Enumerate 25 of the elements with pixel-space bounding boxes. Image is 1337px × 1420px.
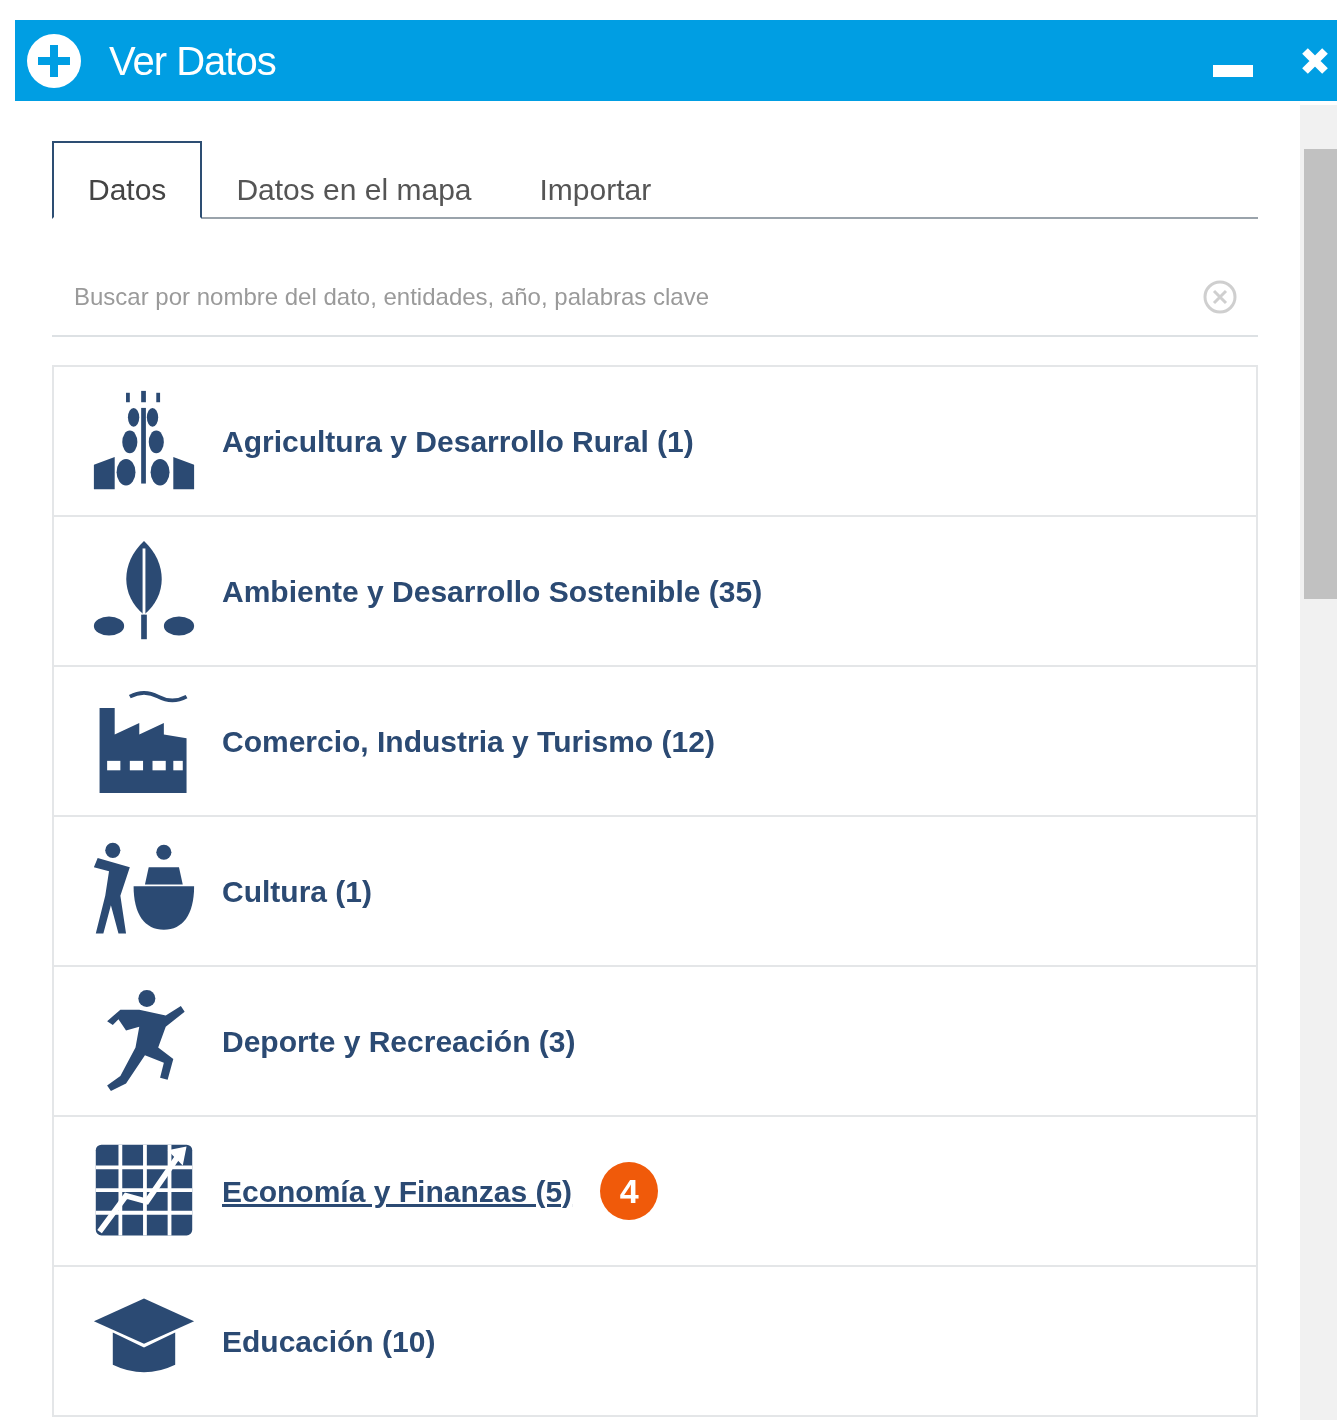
scrollbar-thumb[interactable]	[1304, 149, 1337, 599]
category-link[interactable]: Cultura (1)	[222, 868, 372, 914]
category-item[interactable]: Comercio, Industria y Turismo (12)	[54, 667, 1256, 817]
category-link[interactable]: Economía y Finanzas (5)	[222, 1168, 573, 1214]
category-item[interactable]: Cultura (1)	[54, 817, 1256, 967]
category-link[interactable]: Agricultura y Desarrollo Rural (1)	[222, 418, 694, 464]
category-link[interactable]: Ambiente y Desarrollo Sostenible (35)	[222, 568, 763, 614]
minimize-icon[interactable]	[1213, 64, 1253, 77]
category-item[interactable]: Ambiente y Desarrollo Sostenible (35)	[54, 517, 1256, 667]
tab[interactable]: Importar	[505, 141, 686, 219]
clear-icon[interactable]	[1202, 279, 1238, 315]
category-item[interactable]: Educación (10)	[54, 1267, 1256, 1417]
scrollbar[interactable]	[1300, 105, 1337, 1420]
category-link[interactable]: Educación (10)	[222, 1318, 436, 1364]
step-marker: 4	[600, 1162, 659, 1220]
category-item[interactable]: Economía y Finanzas (5) 4	[54, 1117, 1256, 1267]
tab[interactable]: Datos	[52, 141, 203, 219]
category-item[interactable]: Agricultura y Desarrollo Rural (1)	[54, 367, 1256, 517]
category-item[interactable]: Deporte y Recreación (3)	[54, 967, 1256, 1117]
close-icon[interactable]	[1301, 46, 1329, 75]
category-link[interactable]: Deporte y Recreación (3)	[222, 1018, 576, 1064]
add-icon[interactable]	[27, 33, 81, 88]
window-title: Ver Datos	[109, 37, 276, 85]
category-link[interactable]: Comercio, Industria y Turismo (12)	[222, 718, 715, 764]
tab[interactable]: Datos en el mapa	[202, 141, 506, 219]
